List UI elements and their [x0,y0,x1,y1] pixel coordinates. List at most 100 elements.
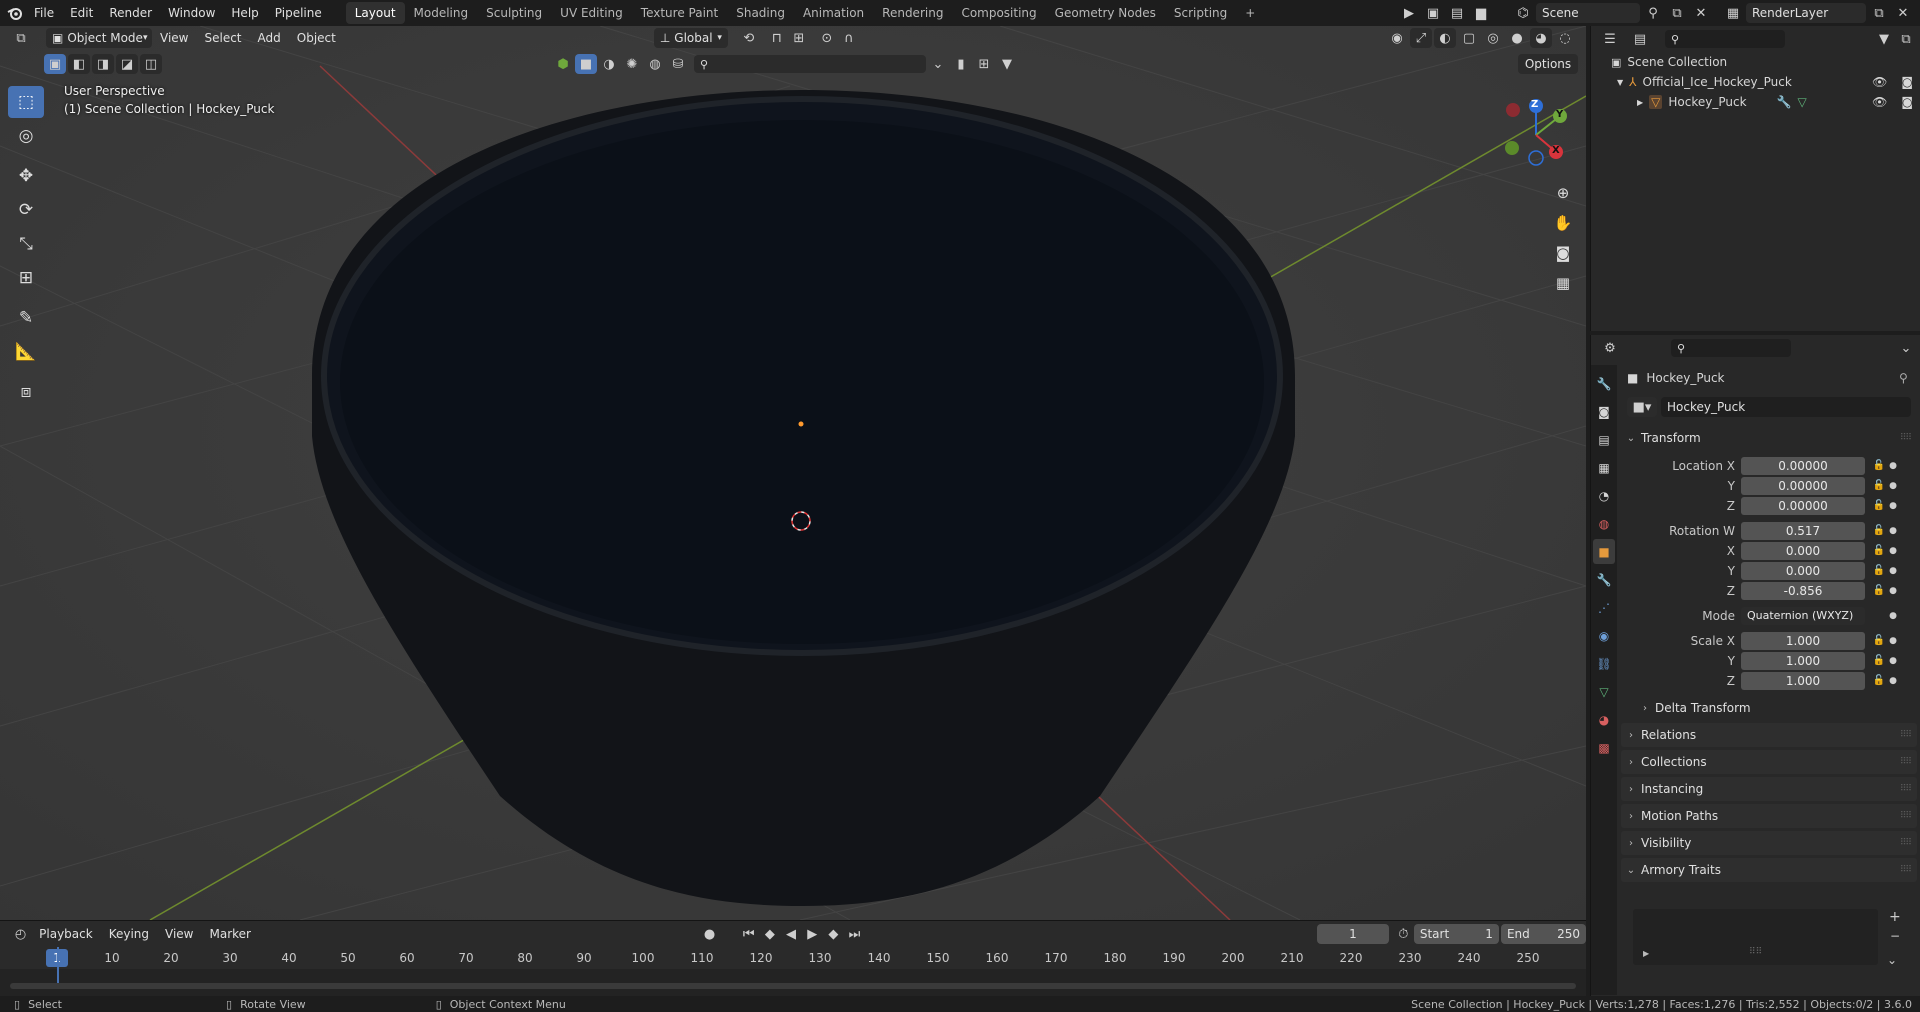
pin-icon[interactable]: ⚲ [1899,371,1908,385]
menu-file[interactable]: File [26,0,62,26]
snap-icon[interactable]: ⊓ [766,28,788,48]
solid-shading-icon[interactable]: ● [1506,28,1528,48]
timeline-body[interactable] [0,947,1586,997]
timeline-editor-type-icon[interactable]: ◴ [10,924,31,944]
view-layer-field[interactable]: RenderLayer [1746,3,1866,23]
timeline-menu-playback[interactable]: Playback [31,921,101,947]
tab-texture-icon[interactable]: ▩ [1593,735,1615,760]
scene-selector-icon[interactable]: ⌬ [1512,3,1534,23]
jump-keyframe-forward-icon[interactable]: ◆ [823,924,844,944]
remove-trait-icon[interactable]: − [1890,929,1900,943]
view-layer-icon[interactable]: ▦ [1722,3,1744,23]
keyframe-dot-icon[interactable]: ● [1887,546,1899,556]
play-reverse-icon[interactable]: ◀ [780,924,801,944]
outliner-row-official-puck[interactable]: ▼ ⅄ Official_Ice_Hockey_Puck 👁 ◙ [1617,75,1917,89]
outliner-search-input[interactable]: ⚲ [1665,30,1785,48]
jump-start-icon[interactable]: ⏮ [738,924,759,944]
timeline-menu-keying[interactable]: Keying [101,921,157,947]
play-icon[interactable]: ▶ [802,924,823,944]
mesh-filter-icon[interactable]: ■ [575,54,597,74]
tab-shading[interactable]: Shading [727,2,794,24]
keyframe-dot-icon[interactable]: ● [1887,501,1899,511]
rotation-x-field[interactable]: 0.000 [1741,541,1865,560]
folder-icon[interactable]: ▆ [1470,3,1492,23]
properties-search-input[interactable]: ⚲ [1671,339,1791,357]
tab-data-icon[interactable]: ▽ [1593,679,1615,704]
visibility-panel-header[interactable]: › Visibility ⠿⠿ [1621,831,1917,855]
camera-filter-icon[interactable]: ◑ [598,54,620,74]
stopwatch-icon[interactable]: ⏱ [1393,924,1414,944]
outliner-filter-icon[interactable]: ▼ [1873,29,1895,49]
tab-scripting[interactable]: Scripting [1165,2,1236,24]
drag-handle-icon[interactable]: ⠿⠿ [1900,757,1912,767]
tab-physics-icon[interactable]: ◉ [1593,623,1615,648]
blender-logo-icon[interactable] [4,3,26,23]
tab-uv-editing[interactable]: UV Editing [551,2,632,24]
select-subtract-icon[interactable]: ◨ [92,54,114,74]
menu-pipeline[interactable]: Pipeline [267,0,330,26]
location-z-field[interactable]: 0.00000 [1741,496,1865,515]
jump-keyframe-back-icon[interactable]: ◆ [759,924,780,944]
object-browse-icon[interactable]: ■▾ [1627,397,1657,417]
drag-handle-icon[interactable]: ⠿⠿ [1900,433,1912,443]
motion-paths-panel-header[interactable]: › Motion Paths ⠿⠿ [1621,804,1917,828]
current-frame-field[interactable]: 1 [1317,924,1389,944]
rotation-w-field[interactable]: 0.517 [1741,521,1865,540]
eye-icon[interactable]: 👁 [1872,95,1887,109]
tab-compositing[interactable]: Compositing [952,2,1045,24]
tab-layout[interactable]: Layout [345,2,405,24]
visibility-icon[interactable]: ◉ [1386,28,1408,48]
viewport-menu-add[interactable]: Add [250,26,289,51]
outliner-row-scene-collection[interactable]: ▣ Scene Collection [1611,55,1727,69]
navigation-gizmo[interactable] [1490,90,1570,180]
falloff-icon[interactable]: ∩ [838,28,860,48]
record-icon[interactable]: ● [699,924,720,944]
rotation-z-field[interactable]: -0.856 [1741,581,1865,600]
viewport-menu-view[interactable]: View [152,26,196,51]
filter-icon[interactable]: ▼ [996,54,1018,74]
gizmo-toggle-icon[interactable]: ⤢ [1410,28,1432,48]
play-render-icon[interactable]: ▶ [1398,3,1420,23]
lock-icon[interactable]: 🔓 [1871,545,1887,556]
outliner-row-hockey-puck[interactable]: ▶ ▽ Hockey_Puck 🔧 ▽ 👁 ◙ [1637,95,1917,109]
lock-icon[interactable]: 🔓 [1871,480,1887,491]
object-name-field[interactable]: Hockey_Puck [1661,397,1911,417]
bookmark-icon[interactable]: ▮ [950,54,972,74]
rotation-mode-dropdown[interactable]: Quaternion (WXYZ) [1741,606,1865,625]
select-new-icon[interactable]: ▣ [44,54,66,74]
tab-texture-paint[interactable]: Texture Paint [632,2,727,24]
tab-view-layer-icon[interactable]: ▦ [1593,455,1615,480]
mesh-data-icon[interactable]: ▽ [1798,95,1807,109]
lock-icon[interactable]: 🔓 [1871,525,1887,536]
object-types-icon[interactable]: ⬢ [552,54,574,74]
overlay-toggle-icon[interactable]: ◐ [1434,28,1456,48]
resize-grip-icon[interactable]: ⠿⠿ [1749,947,1762,957]
camera-view-icon[interactable]: ◙ [1550,240,1576,266]
outliner-editor-type-icon[interactable]: ☰ [1599,29,1621,49]
annotate-tool[interactable]: ✎ [8,302,44,334]
rotation-y-field[interactable]: 0.000 [1741,561,1865,580]
chevron-down-icon[interactable]: ⌄ [1895,338,1917,358]
cursor-tool[interactable]: ◎ [8,120,44,152]
armory-traits-panel-header[interactable]: ⌄ Armory Traits ⠿⠿ [1621,858,1917,882]
display-mode-icon[interactable]: ▤ [1629,29,1651,49]
pan-hand-icon[interactable]: ✋ [1550,210,1576,236]
tab-rendering[interactable]: Rendering [873,2,952,24]
expand-arrow-icon[interactable]: ▶ [1637,98,1643,107]
keyframe-dot-icon[interactable]: ● [1887,586,1899,596]
select-invert-icon[interactable]: ◪ [116,54,138,74]
transform-panel-header[interactable]: ⌄ Transform ⠿⠿ [1621,426,1917,450]
playhead-line[interactable] [57,947,59,987]
viewport-search-input[interactable]: ⚲ [694,55,926,73]
tab-material-icon[interactable]: ◕ [1593,707,1615,732]
select-extend-icon[interactable]: ◧ [68,54,90,74]
tab-object-icon[interactable]: ■ [1593,539,1615,564]
timeline-scrollbar[interactable] [10,983,1576,989]
timeline-menu-view[interactable]: View [157,921,201,947]
scene-name-field[interactable]: Scene [1536,3,1640,23]
proportional-edit-icon[interactable]: ⊙ [816,28,838,48]
properties-editor-type-icon[interactable]: ⚙ [1599,338,1621,358]
camera-render-icon[interactable]: ◙ [1901,95,1913,109]
pivot-point-icon[interactable]: ⟲ [738,28,760,48]
select-box-tool[interactable]: ⬚ [8,86,44,118]
